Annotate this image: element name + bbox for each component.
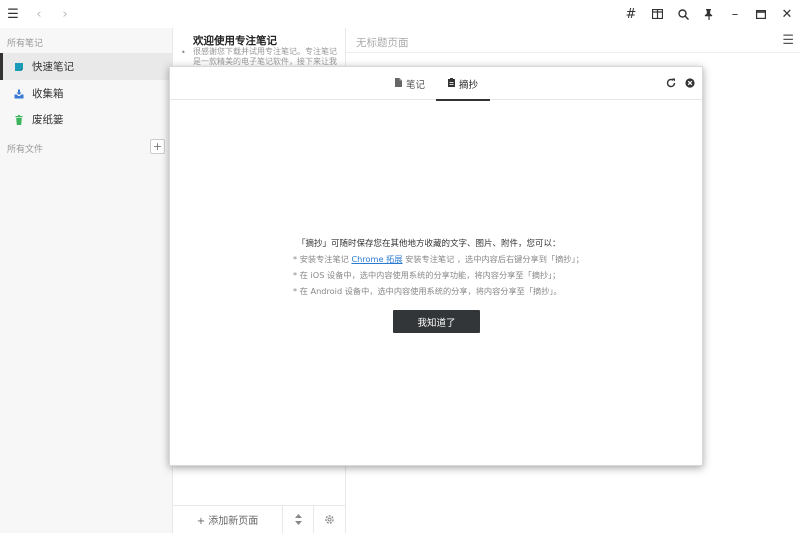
close-dialog-icon[interactable] — [683, 76, 697, 90]
got-it-button[interactable]: 我知道了 — [393, 310, 480, 333]
tab-clippings[interactable]: 摘抄 — [436, 67, 490, 101]
note-file-icon — [394, 77, 402, 90]
note-title: 欢迎使用专注笔记 — [193, 35, 277, 47]
editor-menu-icon[interactable]: ☰ — [782, 33, 794, 48]
sidebar-item-inbox[interactable]: 收集箱 — [0, 80, 172, 107]
note-list-footer: + 添加新页面 — [173, 505, 345, 533]
hashtag-icon[interactable]: # — [618, 0, 644, 28]
back-chevron-icon[interactable]: ‹ — [26, 0, 52, 28]
sort-icon[interactable] — [283, 505, 314, 533]
clipboard-icon — [447, 77, 455, 90]
settings-gear-icon[interactable] — [314, 506, 345, 533]
instruction-text: 安装专注笔记 ，选中内容后右键分享到「摘抄」； — [402, 254, 584, 264]
search-icon[interactable] — [670, 0, 696, 28]
dialog-header: 笔记 摘抄 — [170, 67, 702, 101]
tab-label: 摘抄 — [458, 79, 478, 91]
tab-label: 笔记 — [405, 79, 425, 91]
minimize-icon[interactable]: – — [722, 0, 748, 28]
add-folder-button[interactable]: + — [150, 139, 165, 154]
page-title[interactable]: 无标题页面 — [356, 35, 409, 50]
section-label-notes: 所有笔记 — [7, 39, 44, 49]
clipping-dialog: 笔记 摘抄 「摘抄」可随时保存您在其他地方收藏的文字、图片、附件，您可以： * … — [169, 66, 703, 466]
hamburger-menu-icon[interactable]: ☰ — [0, 0, 26, 28]
quick-note-icon — [14, 62, 24, 72]
chrome-extension-link[interactable]: Chrome 拓展 — [351, 254, 402, 264]
sidebar-item-label: 收集箱 — [32, 88, 64, 100]
refresh-icon[interactable] — [664, 76, 678, 90]
instruction-text: * 安装专注笔记 — [293, 254, 352, 264]
note-bullet: • — [181, 48, 186, 57]
tab-notes[interactable]: 笔记 — [390, 67, 430, 100]
trash-icon — [14, 114, 24, 125]
sidebar-item-label: 快速笔记 — [32, 61, 74, 73]
layout-panel-icon[interactable] — [644, 0, 670, 28]
note-preview: 很感谢您下载并试用专注笔记。专注笔记是一款精美的电子笔记软件，接下来让我们简单 — [193, 47, 337, 66]
clipping-intro: 「摘抄」可随时保存您在其他地方收藏的文字、图片、附件，您可以： — [297, 239, 561, 249]
instruction-ios: * 在 iOS 设备中，选中内容使用系统的分享功能，将内容分享至「摘抄」； — [293, 270, 561, 280]
divider — [346, 52, 800, 53]
instruction-android: * 在 Android 设备中，选中内容使用系统的分享，将内容分享至「摘抄」。 — [293, 286, 562, 296]
dialog-body: 「摘抄」可随时保存您在其他地方收藏的文字、图片、附件，您可以： * 安装专注笔记… — [170, 101, 702, 465]
forward-chevron-icon[interactable]: › — [52, 0, 78, 28]
close-window-icon[interactable]: ✕ — [774, 0, 800, 28]
sidebar-item-trash[interactable]: 废纸篓 — [0, 106, 172, 133]
sidebar-item-label: 废纸篓 — [32, 114, 64, 126]
inbox-icon — [14, 89, 24, 99]
maximize-icon[interactable] — [748, 0, 774, 28]
title-bar: ☰ ‹ › # – ✕ — [0, 0, 800, 28]
add-page-button[interactable]: + 添加新页面 — [173, 505, 283, 533]
section-label-files: 所有文件 — [7, 145, 44, 155]
pin-icon[interactable] — [696, 0, 722, 28]
instruction-chrome: * 安装专注笔记 Chrome 拓展 安装专注笔记 ，选中内容后右键分享到「摘抄… — [293, 253, 584, 265]
sidebar: 所有笔记 快速笔记 收集箱 废纸篓 所有文件 + — [0, 28, 173, 533]
sidebar-item-quick-notes[interactable]: 快速笔记 — [0, 53, 172, 80]
